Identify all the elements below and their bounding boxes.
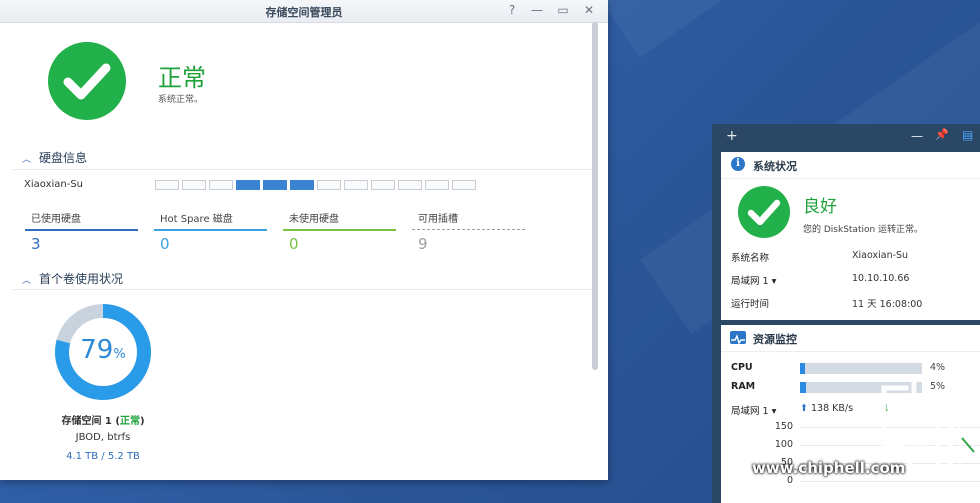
divider — [12, 169, 592, 170]
volume-name: 存储空间 1 (正常) — [40, 412, 166, 427]
stat-label: 可用插槽 — [418, 214, 458, 225]
cpu-value: 4% — [930, 362, 946, 373]
chevron-up-icon: ︿ — [22, 276, 32, 286]
cpu-bar-fill — [800, 363, 805, 374]
info-icon: i — [731, 157, 745, 171]
storage-manager-window[interactable]: 存储空间管理员 ? — ▭ ✕ 正常 系统正常。 ︿ 硬盘信息 Xiaoxian-… — [0, 0, 608, 480]
stat-value: 9 — [418, 235, 428, 253]
scrollbar[interactable] — [592, 22, 598, 370]
stat-label: 未使用硬盘 — [289, 214, 339, 225]
card-title: 系统状况 — [753, 160, 797, 173]
upload-arrow-icon: ⬆ — [800, 403, 808, 414]
usage-ring: 79% — [54, 303, 152, 401]
layout-icon[interactable]: ▤ — [962, 128, 973, 142]
server-name: Xiaoxian-Su — [24, 179, 84, 190]
check-icon — [48, 42, 126, 120]
ram-bar-fill — [800, 382, 807, 393]
disk-slot — [425, 180, 449, 190]
status-subtitle: 系统正常。 — [158, 95, 204, 105]
card-header: i 系统状况 — [721, 152, 980, 179]
divider — [12, 289, 592, 290]
disk-slots — [155, 180, 476, 190]
cpu-bar — [800, 363, 922, 374]
card-title: 资源监控 — [753, 333, 797, 346]
maximize-icon[interactable]: ▭ — [556, 3, 570, 17]
disk-slot — [398, 180, 422, 190]
row-value: 10.10.10.66 — [852, 273, 910, 284]
check-icon — [738, 186, 790, 238]
stat-hot-spare: Hot Spare 磁盘 0 — [154, 210, 267, 253]
stat-value: 3 — [31, 235, 41, 253]
minimize-icon[interactable]: — — [911, 129, 923, 143]
stat-used-disks: 已使用硬盘 3 — [25, 210, 138, 253]
close-icon[interactable]: ✕ — [582, 3, 596, 17]
monitor-icon — [730, 331, 746, 345]
card-header: 资源监控 — [721, 325, 980, 352]
usage-percent: 79% — [54, 335, 152, 365]
row-value: 11 天 16:08:00 — [852, 299, 923, 310]
system-message: 您的 DiskStation 运转正常。 — [803, 225, 924, 235]
lan-dropdown[interactable]: 局域网 1 ▾ — [731, 403, 776, 417]
watermark: www.chiphell.com — [752, 459, 906, 477]
disk-slot — [452, 180, 476, 190]
disk-slot — [182, 180, 206, 190]
add-icon[interactable]: + — [726, 128, 738, 144]
desktop-stripe — [600, 0, 980, 58]
upload-rate: ⬆ 138 KB/s — [800, 403, 853, 414]
volume-fs: JBOD, btrfs — [75, 432, 131, 443]
disk-slot — [344, 180, 368, 190]
row-key: 系统名称 — [731, 253, 770, 264]
pin-icon[interactable]: 📌 — [935, 128, 949, 141]
volume-name-close: ) — [139, 416, 145, 427]
volume-name-text: 存储空间 1 ( — [61, 416, 120, 427]
lan-dropdown[interactable]: 局域网 1 ▾ — [731, 273, 776, 287]
disk-slot — [263, 180, 287, 190]
disk-slot — [317, 180, 341, 190]
stat-label: Hot Spare 磁盘 — [160, 214, 233, 225]
disk-section-title: 硬盘信息 — [39, 151, 88, 165]
stat-label: 已使用硬盘 — [31, 214, 81, 225]
disk-slot — [236, 180, 260, 190]
usage-percent-number: 79 — [80, 335, 114, 365]
cpu-label: CPU — [731, 362, 753, 373]
usage-percent-symbol: % — [113, 347, 126, 362]
disk-section-header[interactable]: ︿ 硬盘信息 — [22, 149, 87, 166]
disk-slot — [209, 180, 233, 190]
stat-value: 0 — [289, 235, 299, 253]
axis-label: 100 — [774, 439, 793, 450]
disk-slot — [371, 180, 395, 190]
row-value: Xiaoxian-Su — [852, 250, 909, 261]
help-icon[interactable]: ? — [505, 3, 519, 17]
disk-slot — [155, 180, 179, 190]
status-title: 正常 — [158, 64, 206, 92]
volume-capacity: 4.1 TB / 5.2 TB — [66, 451, 140, 462]
system-status-card: i 系统状况 良好 您的 DiskStation 运转正常。 系统名称 Xiao… — [721, 152, 980, 320]
stat-value: 0 — [160, 235, 170, 253]
panel-toolbar: + — 📌 ▤ — [712, 124, 980, 148]
volume-section-title: 首个卷使用状况 — [39, 272, 124, 286]
system-state: 良好 — [803, 197, 837, 217]
upload-value: 138 KB/s — [811, 403, 854, 414]
ram-label: RAM — [731, 381, 756, 392]
volume-section-header[interactable]: ︿ 首个卷使用状况 — [22, 270, 123, 287]
window-titlebar[interactable]: 存储空间管理员 ? — ▭ ✕ — [0, 0, 608, 23]
row-key: 运行时间 — [731, 299, 770, 310]
stat-available-slots: 可用插槽 9 — [412, 210, 525, 253]
chevron-up-icon: ︿ — [22, 155, 32, 165]
stat-unused-disks: 未使用硬盘 0 — [283, 210, 396, 253]
minimize-icon[interactable]: — — [530, 3, 544, 17]
volume-status: 正常 — [119, 416, 140, 427]
axis-label: 150 — [774, 421, 793, 432]
disk-slot — [290, 180, 314, 190]
